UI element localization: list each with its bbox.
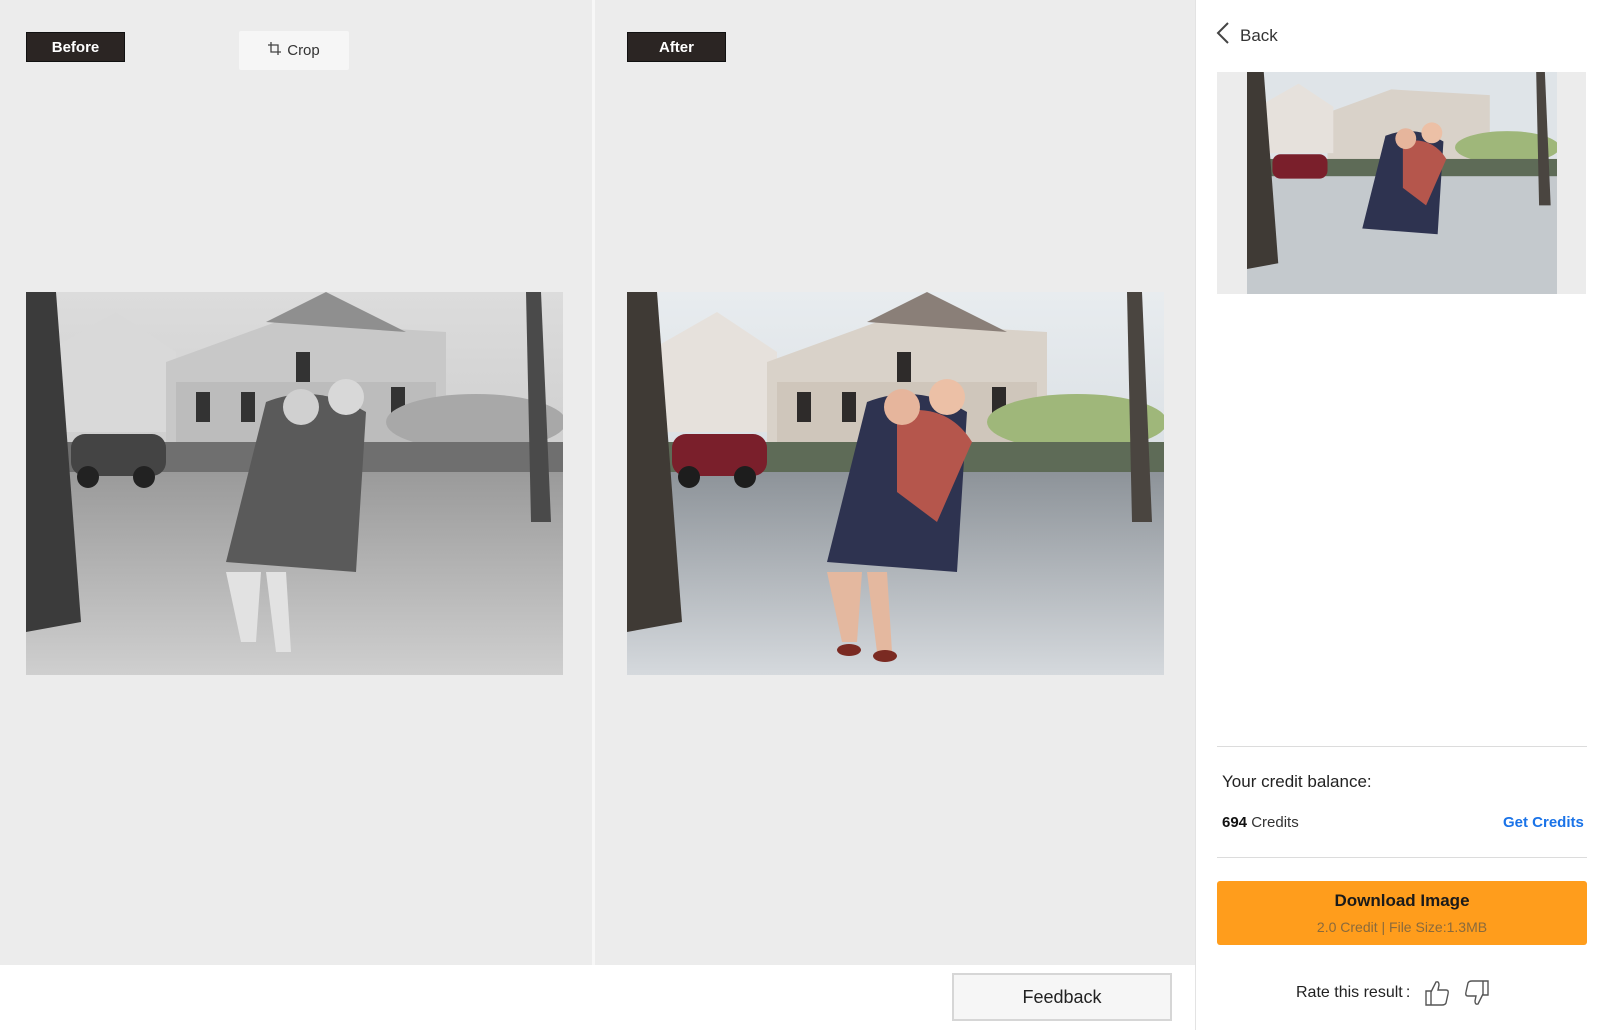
crop-label: Crop — [287, 42, 320, 59]
download-sublabel: 2.0 Credit | File Size:1.3MB — [1316, 919, 1488, 935]
rate-result: Rate this result : — [1296, 978, 1490, 1008]
credit-amount: 694 — [1222, 814, 1248, 831]
after-tag: After — [627, 32, 726, 62]
download-image-button[interactable]: Download Image 2.0 Credit | File Size:1.… — [1217, 881, 1587, 945]
chevron-left-icon — [1216, 22, 1230, 49]
crop-icon — [268, 42, 282, 59]
before-image — [26, 292, 563, 675]
thumbs-up-icon[interactable] — [1424, 979, 1450, 1007]
back-label: Back — [1240, 25, 1278, 45]
thumbnail-frame — [1217, 72, 1586, 294]
credit-unit: Credits — [1251, 814, 1299, 831]
feedback-button[interactable]: Feedback — [952, 973, 1172, 1021]
before-tag: Before — [26, 32, 125, 62]
get-credits-link[interactable]: Get Credits — [1503, 814, 1584, 831]
result-thumbnail — [1247, 72, 1557, 294]
credit-balance: 694 Credits — [1222, 814, 1299, 831]
crop-button[interactable]: Crop — [239, 31, 349, 70]
separator — [1217, 746, 1587, 747]
credit-balance-title: Your credit balance: — [1222, 772, 1372, 791]
rate-label: Rate this result : — [1296, 984, 1411, 1001]
thumbs-down-icon[interactable] — [1464, 978, 1490, 1008]
separator — [1217, 857, 1587, 858]
after-image — [627, 292, 1164, 675]
back-button[interactable]: Back — [1216, 22, 1278, 49]
download-label: Download Image — [1334, 891, 1470, 910]
